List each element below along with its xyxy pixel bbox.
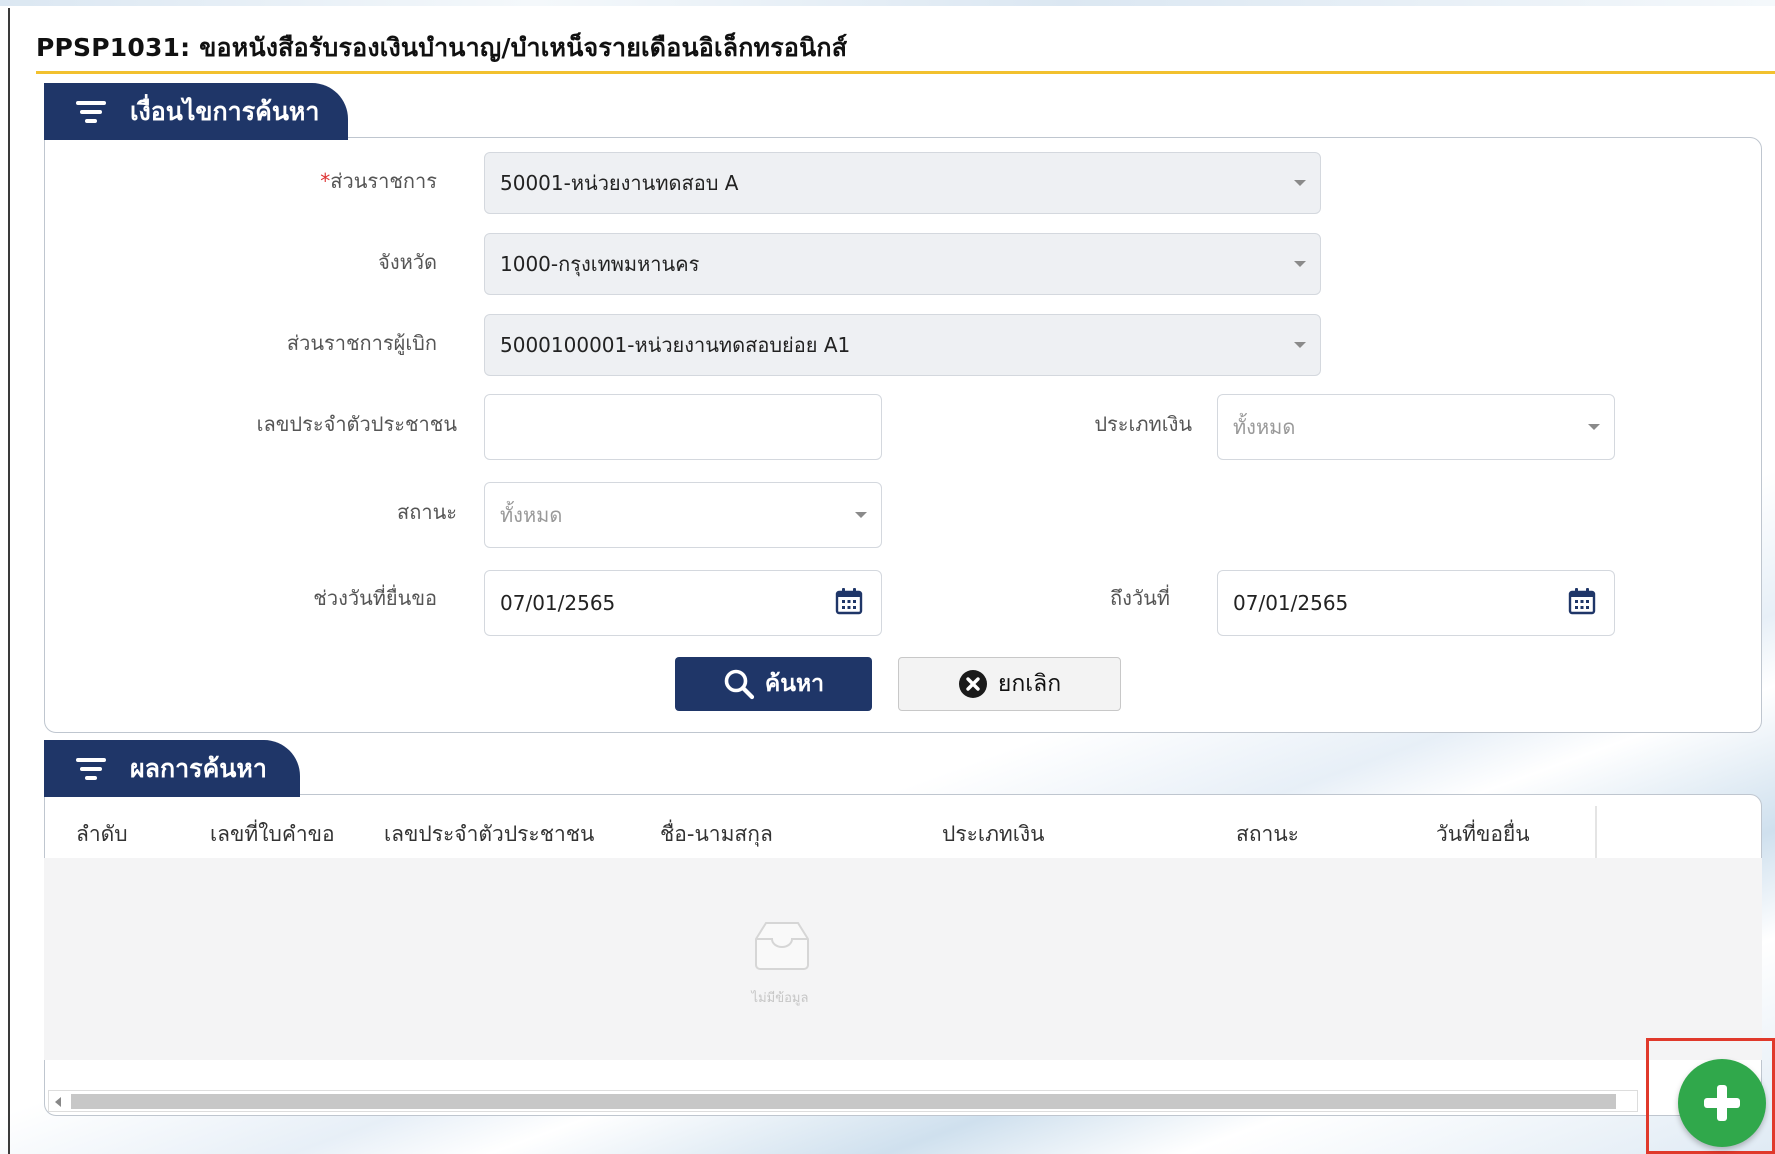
province-select[interactable]: 1000-กรุงเทพมหานคร — [484, 233, 1321, 295]
column-header[interactable]: ชื่อ-นามสกุล — [660, 818, 773, 851]
plus-icon — [1704, 1085, 1740, 1121]
status-select[interactable]: ทั้งหมด — [484, 482, 882, 548]
date-from-label: ช่วงวันที่ยื่นขอ — [313, 586, 437, 610]
empty-message: ไม่มีข้อมูล — [751, 991, 809, 1006]
cancel-button[interactable]: ยกเลิก — [898, 657, 1121, 711]
results-section-title: ผลการค้นหา — [130, 753, 267, 783]
search-button-label: ค้นหา — [764, 671, 825, 697]
citizen-id-input[interactable] — [484, 394, 882, 460]
results-section-tab: ผลการค้นหา — [44, 740, 300, 797]
agency-label: *ส่วนราชการ — [320, 169, 437, 193]
calendar-icon[interactable] — [835, 587, 863, 615]
search-button[interactable]: ค้นหา — [675, 657, 872, 711]
agency-select[interactable]: 50001-หน่วยงานทดสอบ A — [484, 152, 1321, 214]
add-button[interactable] — [1678, 1059, 1766, 1147]
date-to-input[interactable]: 07/01/2565 — [1217, 570, 1615, 636]
cancel-button-label: ยกเลิก — [997, 671, 1062, 697]
column-header[interactable]: วันที่ขอยื่น — [1436, 818, 1530, 851]
citizen-id-label: เลขประจำตัวประชาชน — [256, 412, 457, 436]
page-title: PPSP1031: ขอหนังสือรับรองเงินบำนาญ/บำเหน… — [36, 33, 848, 62]
empty-inbox-icon — [755, 922, 809, 970]
top-tab-strip — [0, 0, 1775, 6]
province-label: จังหวัด — [378, 250, 437, 274]
chevron-down-icon — [855, 512, 867, 518]
status-label: สถานะ — [397, 500, 457, 524]
column-header[interactable]: เลขที่ใบคำขอ — [210, 818, 335, 851]
column-header[interactable]: ลำดับ — [76, 818, 128, 851]
scroll-left-icon[interactable] — [55, 1097, 61, 1107]
search-section-title: เงื่อนไขการค้นหา — [130, 96, 320, 126]
title-underline — [36, 71, 1775, 74]
close-circle-icon — [958, 670, 987, 698]
column-header[interactable]: สถานะ — [1236, 818, 1299, 851]
search-section-tab: เงื่อนไขการค้นหา — [44, 83, 348, 140]
chevron-down-icon — [1294, 342, 1306, 348]
scrollbar-thumb[interactable] — [71, 1094, 1616, 1109]
horizontal-scrollbar[interactable] — [48, 1090, 1638, 1112]
filter-icon — [76, 757, 106, 780]
chevron-down-icon — [1294, 261, 1306, 267]
date-to-label: ถึงวันที่ — [1110, 586, 1170, 610]
disbursing-agency-label: ส่วนราชการผู้เบิก — [286, 331, 437, 355]
disbursing-agency-select[interactable]: 5000100001-หน่วยงานทดสอบย่อย A1 — [484, 314, 1321, 376]
chevron-down-icon — [1588, 424, 1600, 430]
results-table-body — [44, 858, 1762, 1060]
column-divider — [1595, 806, 1597, 860]
money-type-label: ประเภทเงิน — [1094, 412, 1192, 436]
column-header[interactable]: เลขประจำตัวประชาชน — [384, 818, 594, 851]
chevron-down-icon — [1294, 180, 1306, 186]
magnifier-icon — [724, 669, 755, 700]
money-type-select[interactable]: ทั้งหมด — [1217, 394, 1615, 460]
column-header[interactable]: ประเภทเงิน — [942, 818, 1045, 851]
filter-icon — [76, 100, 106, 123]
calendar-icon[interactable] — [1568, 587, 1596, 615]
date-from-input[interactable]: 07/01/2565 — [484, 570, 882, 636]
